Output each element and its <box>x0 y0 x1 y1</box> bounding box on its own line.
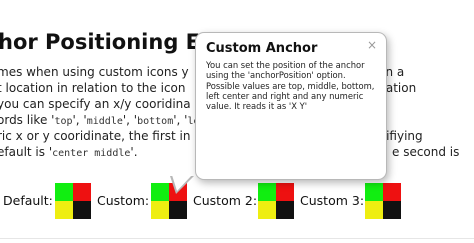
code-value: bottom <box>137 116 174 127</box>
swatch-quadrant <box>151 183 169 201</box>
tooltip-body: You can set the position of the anchor u… <box>206 60 375 112</box>
swatch-label-custom-3: Custom 3: <box>300 193 365 208</box>
swatch-quadrant <box>73 183 91 201</box>
swatch-quadrant <box>258 183 276 201</box>
anchor-icon-default[interactable] <box>55 183 91 219</box>
anchor-icon-custom-2[interactable] <box>258 183 294 219</box>
swatch-quadrant <box>73 201 91 219</box>
swatch-label-default: Default: <box>3 193 53 208</box>
swatch-quadrant <box>365 201 383 219</box>
tooltip-title: Custom Anchor <box>206 41 318 56</box>
swatch-label-custom-2: Custom 2: <box>193 193 258 208</box>
text-fragment: ords like ' <box>0 113 55 127</box>
text-fragment: mes when using custom icons y <box>0 65 189 79</box>
swatch-quadrant <box>258 201 276 219</box>
text-fragment: ', ' <box>173 113 188 127</box>
text-fragment: '. <box>130 145 138 159</box>
custom-anchor-tooltip: Custom Anchor × You can set the position… <box>195 32 387 180</box>
text-fragment: e second is <box>392 145 460 159</box>
swatch-quadrant <box>276 183 294 201</box>
tooltip-pointer-fill <box>172 175 192 191</box>
code-value: middle <box>86 116 123 127</box>
code-value: center middle <box>52 148 131 159</box>
text-fragment: ', ' <box>122 113 138 127</box>
anchor-icon-custom-3[interactable] <box>365 183 401 219</box>
swatch-quadrant <box>169 201 187 219</box>
swatch-label-custom: Custom: <box>97 193 150 208</box>
text-fragment: ric x or y cooridinate, the first in <box>0 129 191 143</box>
swatch-quadrant <box>365 183 383 201</box>
swatch-quadrant <box>276 201 294 219</box>
page: hor Positioning Exam mes when using cust… <box>0 0 474 243</box>
close-icon[interactable]: × <box>367 38 377 52</box>
text-fragment: efault is ' <box>0 145 53 159</box>
text-fragment: ', ' <box>72 113 87 127</box>
swatch-quadrant <box>383 201 401 219</box>
swatch-quadrant <box>151 201 169 219</box>
swatch-quadrant <box>55 183 73 201</box>
text-fragment: t location in relation to the icon <box>0 81 186 95</box>
code-value: top <box>54 116 73 127</box>
swatch-quadrant <box>383 183 401 201</box>
text-fragment: you can specify an x/y cooridina <box>0 97 191 111</box>
swatch-quadrant <box>55 201 73 219</box>
divider <box>0 238 474 239</box>
